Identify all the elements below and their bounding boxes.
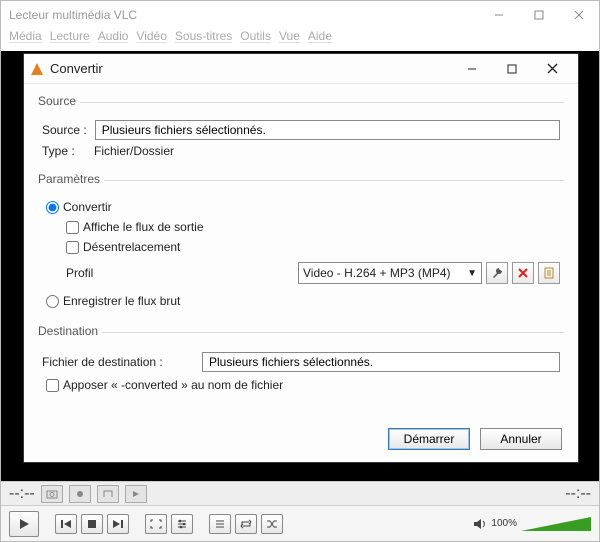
- next-button[interactable]: [107, 514, 129, 534]
- vlc-cone-icon: [30, 62, 44, 76]
- delete-x-icon: [518, 268, 528, 278]
- fullscreen-button[interactable]: [145, 514, 167, 534]
- profile-label: Profil: [66, 266, 116, 280]
- edit-profile-button[interactable]: [486, 262, 508, 284]
- type-value: Fichier/Dossier: [94, 144, 174, 158]
- source-legend: Source: [38, 94, 80, 108]
- raw-radio-row[interactable]: Enregistrer le flux brut: [46, 294, 560, 308]
- show-output-checkbox[interactable]: [66, 221, 79, 234]
- controls-bar: 100%: [1, 505, 599, 541]
- type-label: Type :: [42, 144, 86, 158]
- menu-vue[interactable]: Vue: [279, 29, 300, 51]
- new-profile-button[interactable]: [538, 262, 560, 284]
- raw-radio[interactable]: [46, 295, 59, 308]
- source-input[interactable]: [95, 120, 560, 140]
- destination-file-label: Fichier de destination :: [42, 355, 192, 369]
- menu-sous-titres[interactable]: Sous-titres: [175, 29, 232, 51]
- menu-aide[interactable]: Aide: [308, 29, 332, 51]
- params-group: Paramètres Convertir Affiche le flux de …: [38, 172, 564, 316]
- dialog-maximize-button[interactable]: [492, 55, 532, 83]
- deinterlace-label: Désentrelacement: [83, 240, 180, 254]
- main-maximize-button[interactable]: [519, 1, 559, 29]
- params-legend: Paramètres: [38, 172, 104, 186]
- time-elapsed: --:--: [9, 485, 35, 503]
- destination-group: Destination Fichier de destination : App…: [38, 324, 564, 400]
- time-total: --:--: [565, 485, 591, 503]
- convert-radio[interactable]: [46, 201, 59, 214]
- frame-step-icon[interactable]: [125, 485, 147, 503]
- shuffle-button[interactable]: [261, 514, 283, 534]
- volume-slider[interactable]: [521, 517, 591, 531]
- menu-outils[interactable]: Outils: [240, 29, 271, 51]
- cancel-button[interactable]: Annuler: [480, 428, 562, 450]
- main-titlebar: Lecteur multimédia VLC: [1, 1, 599, 29]
- loop-ab-icon[interactable]: [97, 485, 119, 503]
- convert-dialog: Convertir Source Source : Type : Fichier…: [23, 53, 579, 463]
- start-button[interactable]: Démarrer: [388, 428, 470, 450]
- snapshot-icon[interactable]: [41, 485, 63, 503]
- profile-value: Video - H.264 + MP3 (MP4): [303, 266, 451, 280]
- play-button[interactable]: [9, 511, 39, 537]
- main-minimize-button[interactable]: [479, 1, 519, 29]
- show-output-row[interactable]: Affiche le flux de sortie: [66, 220, 560, 234]
- extended-settings-button[interactable]: [171, 514, 193, 534]
- playlist-button[interactable]: [209, 514, 231, 534]
- volume-percent: 100%: [491, 518, 517, 529]
- status-band: --:-- --:--: [1, 481, 599, 505]
- main-close-button[interactable]: [559, 1, 599, 29]
- dialog-minimize-button[interactable]: [452, 55, 492, 83]
- wrench-icon: [491, 267, 503, 279]
- menu-audio[interactable]: Audio: [98, 29, 129, 51]
- source-group: Source Source : Type : Fichier/Dossier: [38, 94, 564, 164]
- menubar: Média Lecture Audio Vidéo Sous-titres Ou…: [1, 29, 599, 51]
- append-converted-row[interactable]: Apposer « -converted » au nom de fichier: [46, 378, 560, 392]
- prev-button[interactable]: [55, 514, 77, 534]
- destination-file-input[interactable]: [202, 352, 560, 372]
- raw-radio-label: Enregistrer le flux brut: [63, 294, 180, 308]
- destination-legend: Destination: [38, 324, 102, 338]
- dialog-title: Convertir: [50, 61, 103, 76]
- chevron-down-icon: ▼: [467, 268, 477, 279]
- stop-button[interactable]: [81, 514, 103, 534]
- vlc-main-window: Lecteur multimédia VLC Média Lecture Aud…: [0, 0, 600, 542]
- source-label: Source :: [42, 123, 87, 137]
- convert-radio-row[interactable]: Convertir: [46, 200, 560, 214]
- record-icon[interactable]: [69, 485, 91, 503]
- convert-radio-label: Convertir: [63, 200, 112, 214]
- delete-profile-button[interactable]: [512, 262, 534, 284]
- deinterlace-row[interactable]: Désentrelacement: [66, 240, 560, 254]
- deinterlace-checkbox[interactable]: [66, 241, 79, 254]
- show-output-label: Affiche le flux de sortie: [83, 220, 204, 234]
- loop-button[interactable]: [235, 514, 257, 534]
- menu-media[interactable]: Média: [9, 29, 42, 51]
- main-window-title: Lecteur multimédia VLC: [9, 8, 137, 22]
- append-converted-checkbox[interactable]: [46, 379, 59, 392]
- profile-select[interactable]: Video - H.264 + MP3 (MP4) ▼: [298, 262, 482, 284]
- append-converted-label: Apposer « -converted » au nom de fichier: [63, 378, 283, 392]
- speaker-icon: [473, 518, 487, 530]
- menu-video[interactable]: Vidéo: [136, 29, 166, 51]
- dialog-titlebar: Convertir: [24, 54, 578, 84]
- new-document-icon: [543, 267, 555, 279]
- dialog-close-button[interactable]: [532, 55, 572, 83]
- volume-control[interactable]: 100%: [473, 517, 591, 531]
- menu-lecture[interactable]: Lecture: [50, 29, 90, 51]
- dialog-button-row: Démarrer Annuler: [24, 420, 578, 462]
